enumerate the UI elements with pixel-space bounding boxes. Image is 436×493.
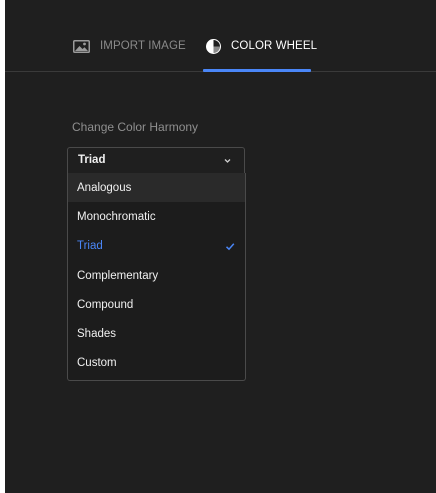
image-icon xyxy=(73,39,90,53)
menu-item-custom[interactable]: Custom xyxy=(68,349,245,378)
menu-item-label: Analogous xyxy=(77,181,132,194)
menu-item-label: Monochromatic xyxy=(77,210,156,223)
color-wheel-icon xyxy=(206,38,221,54)
active-tab-indicator xyxy=(203,69,311,72)
tab-import-label: IMPORT IMAGE xyxy=(100,40,186,52)
tab-color-wheel[interactable]: COLOR WHEEL xyxy=(206,36,317,56)
menu-item-analogous[interactable]: Analogous xyxy=(68,173,245,203)
menu-item-shades[interactable]: Shades xyxy=(68,319,245,348)
harmony-dropdown-menu: Analogous Monochromatic Triad Complement… xyxy=(67,173,246,381)
harmony-select[interactable]: Triad xyxy=(67,147,245,174)
checkmark-icon xyxy=(225,242,235,250)
menu-item-label: Compound xyxy=(77,298,134,311)
menu-item-label: Custom xyxy=(77,357,117,370)
menu-item-complementary[interactable]: Complementary xyxy=(68,261,245,290)
menu-item-label: Shades xyxy=(77,328,117,341)
menu-item-monochromatic[interactable]: Monochromatic xyxy=(68,202,245,231)
menu-item-label: Triad xyxy=(77,240,103,253)
tab-color-wheel-label: COLOR WHEEL xyxy=(231,40,318,52)
color-panel: IMPORT IMAGE COLOR WHEEL Change Color Ha… xyxy=(5,0,436,493)
menu-item-triad[interactable]: Triad xyxy=(68,232,245,261)
chevron-down-icon xyxy=(224,159,231,163)
tab-bar: IMPORT IMAGE COLOR WHEEL xyxy=(5,0,436,72)
menu-item-label: Complementary xyxy=(77,269,159,282)
tab-import-image[interactable]: IMPORT IMAGE xyxy=(73,36,186,56)
harmony-label: Change Color Harmony xyxy=(72,120,199,134)
harmony-select-value: Triad xyxy=(78,154,106,166)
menu-item-compound[interactable]: Compound xyxy=(68,290,245,319)
